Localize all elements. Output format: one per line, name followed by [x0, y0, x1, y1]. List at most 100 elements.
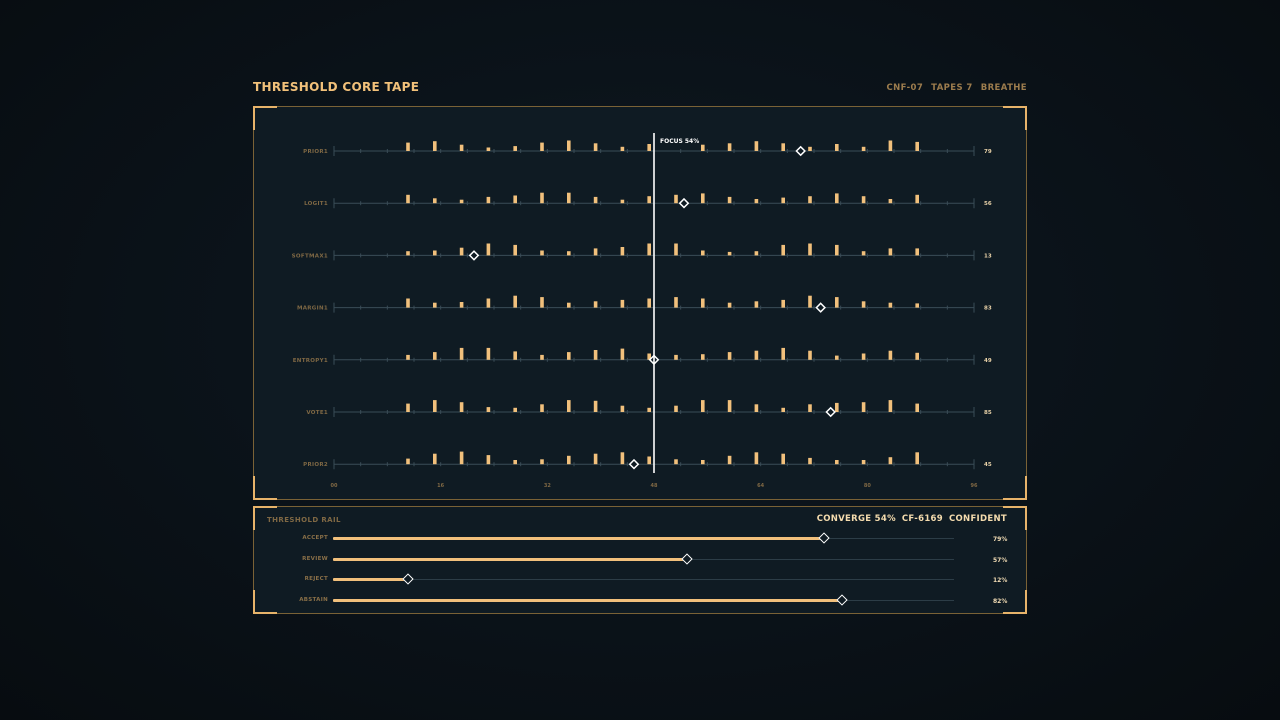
tape-row-value: 45: [984, 462, 992, 468]
tape-row-label: VOTE1: [306, 410, 328, 416]
converge-status: CONVERGE 54%: [816, 514, 896, 524]
tape-bar: [701, 460, 705, 465]
tape-bar: [808, 295, 812, 308]
tape-bar: [781, 407, 785, 412]
x-axis-tick-label: 64: [757, 483, 764, 489]
tape-bar: [459, 402, 464, 412]
tape-bar: [433, 453, 437, 465]
tape-bar: [781, 143, 785, 151]
tape-bar: [861, 196, 866, 204]
tape-marker[interactable]: [795, 145, 806, 157]
tape-bar: [915, 248, 919, 256]
tape-bar: [701, 400, 705, 412]
tape-bar: [433, 198, 437, 204]
tape-bar: [540, 250, 544, 256]
tape-marker[interactable]: [825, 406, 836, 418]
meta-mode: BREATHE: [980, 83, 1027, 93]
tape-bar: [861, 146, 866, 151]
tape-marker[interactable]: [628, 458, 640, 470]
x-axis-tick-label: 16: [437, 483, 444, 489]
tape-bar: [433, 250, 437, 256]
tape-bar: [861, 251, 866, 256]
tape-row-label: PRIOR1: [303, 149, 328, 155]
confidence-badge: CONFIDENT: [948, 514, 1007, 524]
tape-row-label: ENTROPY1: [293, 358, 328, 364]
tape-row-value: 83: [984, 306, 992, 312]
tape-bar: [486, 196, 491, 204]
tape-bar: [861, 353, 866, 360]
tape-bar: [674, 297, 678, 308]
tape-chart[interactable]: PRIOR1 79 LOGIT1 56 SOFTMAX1 13 MARGIN1 83 ENTRO…: [254, 107, 1026, 499]
tape-bar: [888, 199, 893, 204]
tape-bar: [486, 347, 491, 360]
tape-bar: [727, 455, 732, 465]
tape-row-value: 49: [984, 358, 992, 364]
rail-handle[interactable]: [681, 553, 693, 565]
tape-bar: [647, 298, 651, 308]
tape-bar: [647, 243, 651, 256]
tape-bar: [593, 196, 598, 204]
rail-handle[interactable]: [817, 532, 830, 544]
tape-bar: [620, 146, 625, 151]
tape-bar: [406, 194, 410, 204]
page-title: THRESHOLD CORE TAPE: [253, 80, 420, 94]
tape-bar: [727, 302, 732, 308]
tape-bar: [701, 354, 705, 360]
tape-bar: [513, 146, 517, 151]
rail-fill: [333, 537, 824, 540]
tape-bar: [433, 302, 437, 308]
rail-row-accept: ACCEPT 79%: [254, 532, 1026, 545]
tape-bar: [486, 455, 491, 465]
tape-bar: [459, 199, 464, 204]
rail-value: 82%: [993, 598, 1008, 606]
tape-bar: [433, 352, 437, 360]
tape-bar: [486, 407, 491, 412]
tape-bar: [808, 350, 812, 360]
rail-fill: [333, 578, 408, 582]
tape-bar: [835, 244, 839, 256]
tape-bar: [513, 244, 517, 256]
tape-bar: [593, 350, 598, 360]
tape-marker[interactable]: [815, 302, 826, 313]
tape-bar: [888, 350, 893, 360]
tape-bar: [808, 146, 812, 151]
tape-bar: [754, 141, 759, 151]
tape-bar: [781, 197, 785, 204]
tape-marker[interactable]: [468, 250, 480, 261]
tape-bar: [754, 404, 759, 412]
tape-bar: [781, 453, 785, 465]
tape-bar: [888, 457, 893, 465]
config-id: CF-6169: [901, 514, 943, 524]
tape-bar: [835, 460, 839, 465]
tape-bar: [459, 247, 464, 256]
tape-row-label: MARGIN1: [297, 306, 328, 312]
rail-handle[interactable]: [401, 573, 414, 586]
focus-label: FOCUS 54%: [660, 138, 699, 145]
rail-value: 57%: [993, 556, 1008, 564]
rail-track[interactable]: [333, 579, 954, 581]
tape-bar: [459, 451, 464, 465]
tape-bar: [459, 302, 464, 308]
tape-bar: [620, 348, 625, 360]
tape-bar: [540, 404, 544, 412]
tape-bar: [835, 355, 839, 360]
tape-bar: [540, 142, 544, 151]
tape-marker[interactable]: [678, 197, 690, 209]
tape-bar: [754, 251, 759, 256]
rail-handle[interactable]: [836, 594, 848, 606]
tape-bar: [567, 140, 571, 151]
tape-bar: [540, 459, 544, 465]
tape-bar: [513, 407, 517, 412]
tape-bar: [647, 144, 651, 151]
header-meta: CNF-07 TAPES 7 BREATHE: [887, 83, 1028, 93]
rail-status: CONVERGE 54% CF-6169 CONFIDENT: [817, 514, 1007, 524]
tape-bar: [754, 199, 759, 204]
tape-bar: [808, 243, 812, 256]
tape-bar: [727, 143, 732, 151]
tape-bar: [567, 352, 571, 360]
tape-bar: [835, 297, 839, 308]
tape-bar: [540, 192, 544, 204]
tape-bar: [620, 299, 625, 308]
rail-fill: [333, 599, 843, 603]
rail-row-reject: REJECT 12%: [254, 573, 1026, 586]
